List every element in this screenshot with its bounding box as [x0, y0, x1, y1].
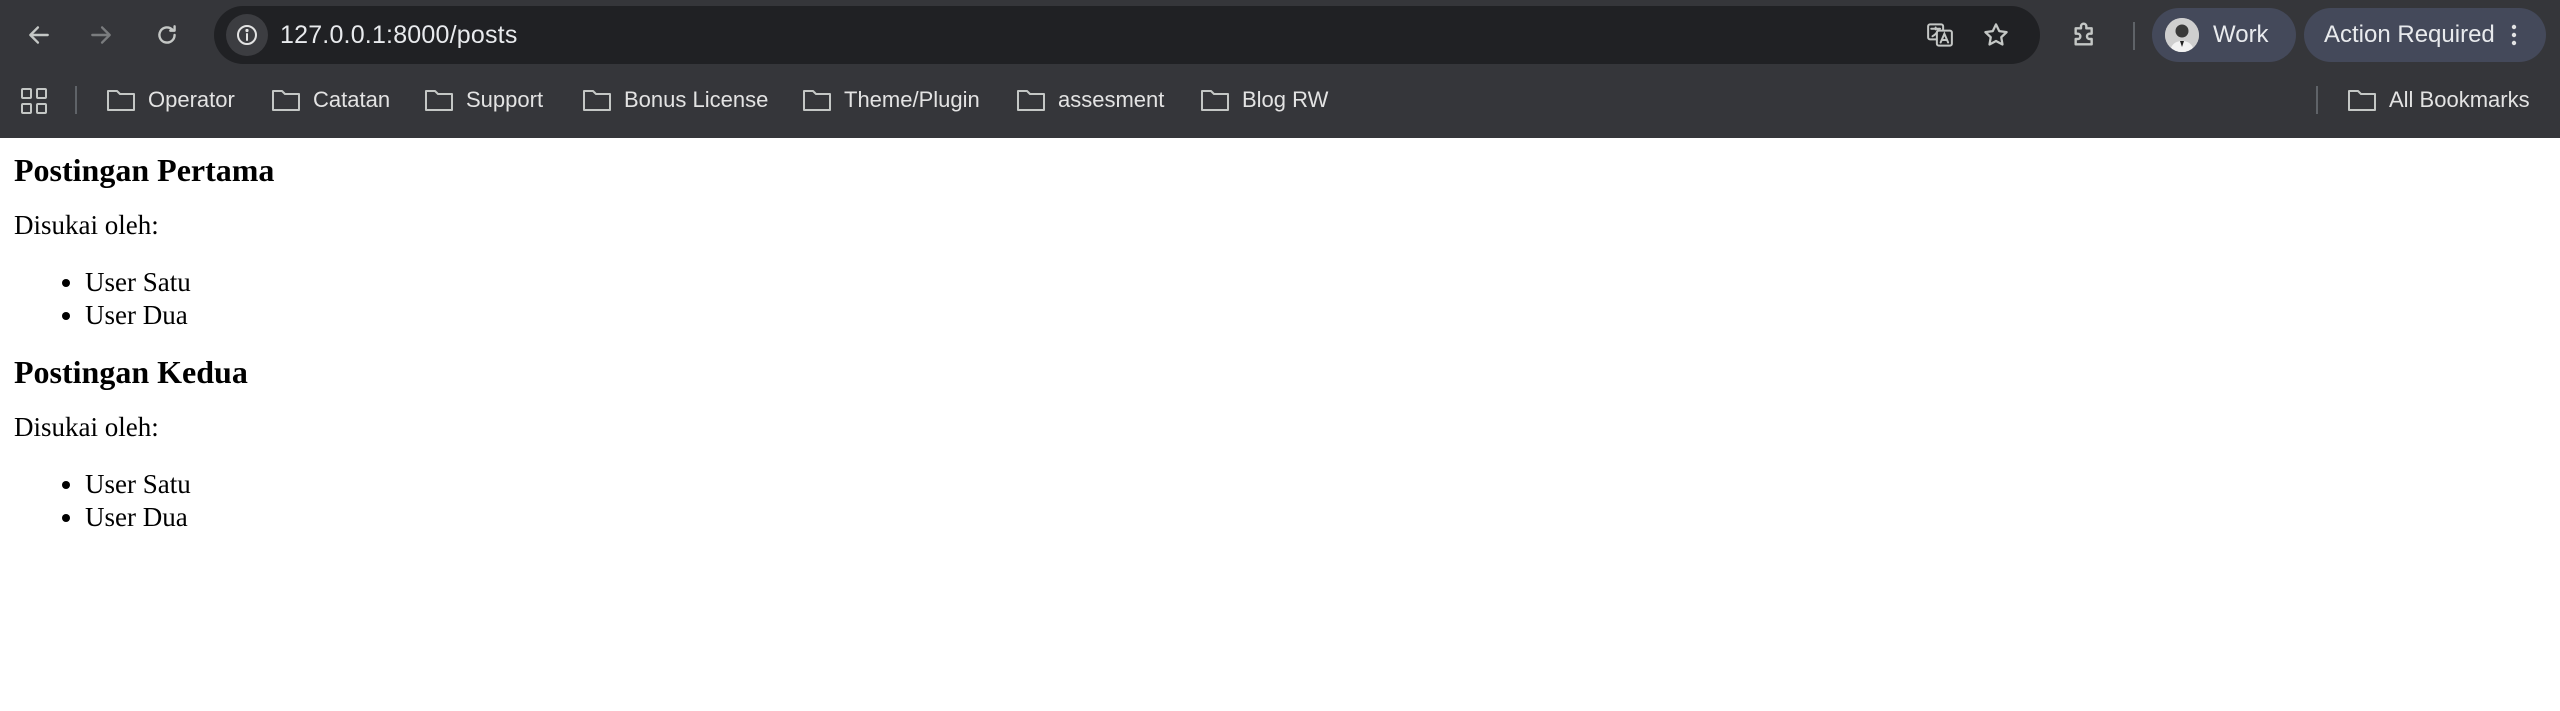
- bookmark-folder-assesment[interactable]: assesment: [1016, 76, 1164, 124]
- reload-icon: [158, 25, 176, 44]
- list-item: User Satu: [85, 468, 2546, 501]
- folder-icon: [1017, 90, 1045, 111]
- back-button[interactable]: [18, 14, 60, 56]
- bookmarks-divider-right: [2316, 86, 2318, 114]
- post: Postingan Pertama Disukai oleh: User Sat…: [14, 150, 2546, 332]
- bookmark-label: assesment: [1058, 87, 1165, 112]
- grid-icon[interactable]: [20, 87, 48, 115]
- bookmark-star-button[interactable]: [1980, 19, 2012, 51]
- arrow-right-icon: [91, 26, 111, 44]
- translate-icon: [1927, 23, 1953, 47]
- bookmark-folder-operator[interactable]: Operator: [106, 76, 235, 124]
- bookmarks-bar: Operator Catatan Support Bonus License T…: [0, 76, 2560, 124]
- list-item: User Dua: [85, 299, 2546, 332]
- bookmark-folder-catatan[interactable]: Catatan: [271, 76, 390, 124]
- action-required-label: Action Required: [2324, 21, 2495, 48]
- folder-icon: [272, 90, 300, 111]
- kebab-menu-icon[interactable]: [2509, 20, 2519, 50]
- post-title: Postingan Kedua: [14, 354, 248, 390]
- arrow-left-icon: [29, 26, 49, 44]
- profile-label: Work: [2213, 21, 2269, 48]
- reload-button[interactable]: [146, 14, 188, 56]
- browser-chrome: 127.0.0.1:8000/posts Work Action Require…: [0, 0, 2560, 138]
- bookmark-label: Support: [466, 87, 544, 112]
- folder-icon: [425, 90, 453, 111]
- folder-icon: [2348, 90, 2376, 111]
- bookmark-label: Blog RW: [1242, 87, 1329, 112]
- avatar: [2165, 18, 2199, 52]
- bookmark-folder-theme-plugin[interactable]: Theme/Plugin: [802, 76, 980, 124]
- bookmark-folder-blog-rw[interactable]: Blog RW: [1200, 76, 1328, 124]
- bookmark-label: Catatan: [313, 87, 391, 112]
- post-title: Postingan Pertama: [14, 152, 275, 188]
- address-bar[interactable]: 127.0.0.1:8000/posts: [214, 6, 2040, 64]
- action-required-button[interactable]: Action Required: [2304, 8, 2546, 62]
- bookmark-folder-support[interactable]: Support: [424, 76, 543, 124]
- folder-icon: [583, 90, 611, 111]
- bookmark-folder-bonus-license[interactable]: Bonus License: [582, 76, 768, 124]
- likers-list: User Satu User Dua: [14, 266, 2546, 332]
- liked-by-label: Disukai oleh:: [14, 210, 159, 240]
- browser-toolbar: 127.0.0.1:8000/posts Work Action Require…: [0, 0, 2560, 70]
- post: Postingan Kedua Disukai oleh: User Satu …: [14, 352, 2546, 534]
- page-content: Postingan Pertama Disukai oleh: User Sat…: [0, 138, 2560, 711]
- forward-button[interactable]: [80, 14, 122, 56]
- star-icon: [1984, 23, 2008, 46]
- bookmark-label: Operator: [148, 87, 235, 112]
- folder-icon: [1201, 90, 1229, 111]
- likers-list: User Satu User Dua: [14, 468, 2546, 534]
- url-text[interactable]: 127.0.0.1:8000/posts: [280, 6, 518, 64]
- liked-by-label: Disukai oleh:: [14, 412, 159, 442]
- info-circle-icon: [237, 25, 257, 45]
- all-bookmarks-button[interactable]: All Bookmarks: [2347, 76, 2530, 124]
- all-bookmarks-label: All Bookmarks: [2389, 87, 2530, 112]
- translate-button[interactable]: [1924, 19, 1956, 51]
- avatar-person-icon: [2165, 18, 2199, 52]
- folder-icon: [803, 90, 831, 111]
- bookmarks-divider: [75, 86, 77, 114]
- list-item: User Satu: [85, 266, 2546, 299]
- toolbar-divider: [2133, 22, 2135, 50]
- extensions-button[interactable]: [2068, 18, 2102, 52]
- profile-button[interactable]: Work: [2152, 8, 2296, 62]
- site-info-button[interactable]: [226, 14, 268, 56]
- bookmark-label: Bonus License: [624, 87, 769, 112]
- folder-icon: [107, 90, 135, 111]
- bookmark-label: Theme/Plugin: [844, 87, 980, 112]
- list-item: User Dua: [85, 501, 2546, 534]
- puzzle-icon: [2074, 22, 2093, 46]
